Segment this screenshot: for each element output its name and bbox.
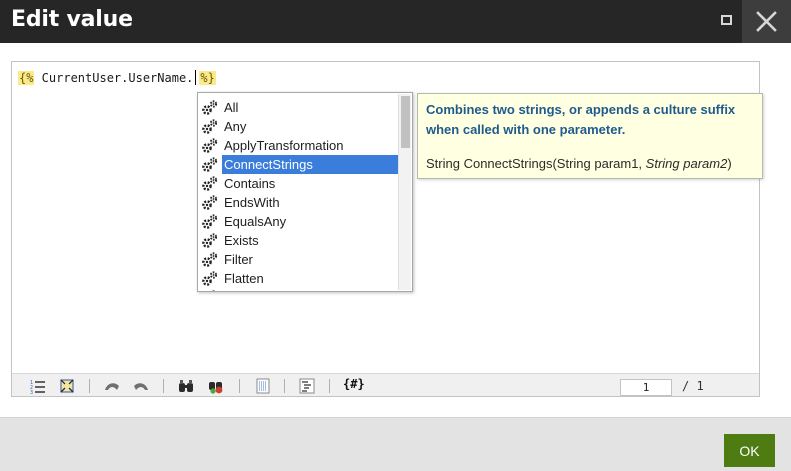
- format-icon[interactable]: [255, 378, 271, 394]
- gears-icon: [202, 252, 218, 267]
- autocomplete-item-endswith[interactable]: EndsWith: [198, 193, 412, 212]
- autocomplete-item-partial[interactable]: [198, 288, 412, 291]
- page-total: / 1: [682, 379, 704, 393]
- gears-icon: [211, 290, 216, 291]
- redo-icon[interactable]: [133, 378, 149, 394]
- autocomplete-item-filter[interactable]: Filter: [198, 250, 412, 269]
- autocomplete-item-equalsany[interactable]: EqualsAny: [198, 212, 412, 231]
- autocomplete-item-all[interactable]: All: [198, 98, 412, 117]
- gears-icon: [202, 233, 218, 248]
- dialog-footer: [0, 417, 791, 471]
- undo-icon[interactable]: [104, 378, 120, 394]
- svg-text:3: 3: [30, 390, 33, 394]
- title-bar: Edit value: [0, 0, 791, 43]
- maximize-icon: [721, 15, 732, 25]
- toolbar-separator: [89, 379, 90, 393]
- replace-icon[interactable]: [208, 378, 224, 394]
- signature-current-param: String param2: [645, 156, 728, 171]
- gears-icon: [202, 195, 218, 210]
- signature-prefix: String ConnectStrings(String param1,: [426, 156, 646, 171]
- close-icon: [756, 11, 777, 32]
- tooltip-description: Combines two strings, or appends a cultu…: [426, 102, 736, 137]
- autocomplete-item-exists[interactable]: Exists: [198, 231, 412, 250]
- autocomplete-item-flatten[interactable]: Flatten: [198, 269, 412, 288]
- editor-toolbar: 1 2 3 {#} / 1: [12, 373, 759, 396]
- autocomplete-item-label: Contains: [224, 176, 276, 191]
- gears-icon: [202, 176, 218, 191]
- macro-close-tag: %}: [199, 71, 216, 85]
- find-icon[interactable]: [178, 378, 194, 394]
- autocomplete-item-any[interactable]: Any: [198, 117, 412, 136]
- text-caret: [195, 70, 197, 85]
- autocomplete-item-label: ApplyTransformation: [224, 138, 344, 153]
- dialog-title: Edit value: [11, 7, 133, 32]
- close-button[interactable]: [742, 0, 791, 43]
- autocomplete-list[interactable]: All Any ApplyTransformation ConnectStrin…: [197, 92, 413, 292]
- macro-expression: CurrentUser.UserName.: [34, 71, 194, 85]
- toolbar-separator: [329, 379, 330, 393]
- gears-icon: [202, 157, 218, 172]
- autocomplete-item-label: Flatten: [224, 271, 264, 286]
- maximize-button[interactable]: [706, 0, 742, 43]
- line-numbers-icon[interactable]: 1 2 3: [30, 378, 46, 394]
- scrollbar-thumb[interactable]: [401, 96, 410, 148]
- toolbar-separator: [284, 379, 285, 393]
- toolbar-separator: [239, 379, 240, 393]
- fullscreen-icon[interactable]: [59, 378, 75, 394]
- toolbar-separator: [163, 379, 164, 393]
- autocomplete-item-connectstrings[interactable]: ConnectStrings: [198, 155, 412, 174]
- insert-macro-icon[interactable]: {#}: [343, 377, 365, 391]
- autocomplete-scrollbar[interactable]: [398, 94, 411, 290]
- gears-icon: [202, 214, 218, 229]
- method-tooltip: Combines two strings, or appends a cultu…: [417, 93, 763, 179]
- autocomplete-item-label: Exists: [224, 233, 259, 248]
- autocomplete-item-label: ConnectStrings: [222, 155, 398, 174]
- signature-suffix: ): [727, 156, 732, 171]
- ok-button[interactable]: OK: [724, 434, 775, 467]
- autocomplete-item-label: EqualsAny: [224, 214, 287, 229]
- gears-icon: [202, 138, 218, 153]
- macro-open-tag: {%: [18, 71, 35, 85]
- autocomplete-item-label: Filter: [224, 252, 253, 267]
- autocomplete-item-label: EndsWith: [224, 195, 280, 210]
- gears-icon: [202, 271, 218, 286]
- gears-icon: [202, 100, 218, 115]
- code-line[interactable]: {% CurrentUser.UserName.%}: [18, 69, 216, 87]
- autocomplete-item-applytransformation[interactable]: ApplyTransformation: [198, 136, 412, 155]
- tooltip-signature: String ConnectStrings(String param1, Str…: [426, 156, 732, 171]
- autocomplete-item-contains[interactable]: Contains: [198, 174, 412, 193]
- page-number-input[interactable]: [620, 379, 672, 396]
- indent-icon[interactable]: [299, 378, 315, 394]
- autocomplete-item-label: Any: [224, 119, 247, 134]
- autocomplete-item-label: All: [224, 100, 239, 115]
- gears-icon: [202, 119, 218, 134]
